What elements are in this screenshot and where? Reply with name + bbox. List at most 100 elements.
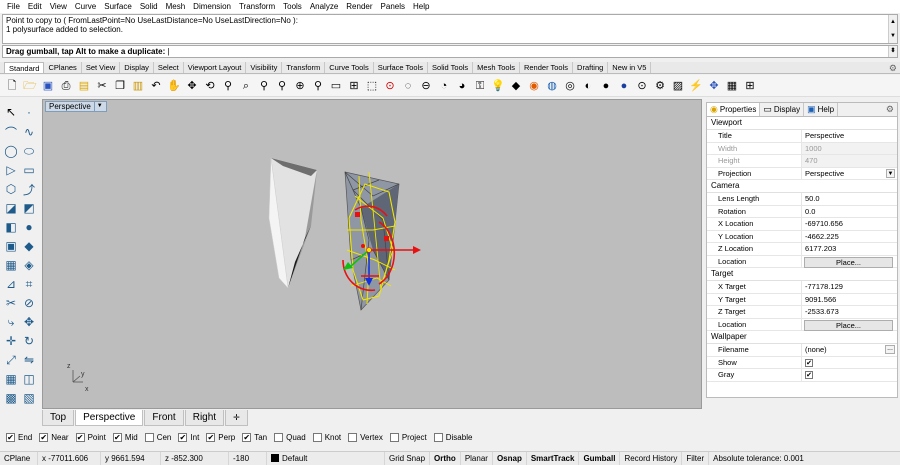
four-view-icon[interactable]: ⊞ <box>346 78 362 94</box>
preview-icon[interactable]: ◎ <box>562 78 578 94</box>
material-icon[interactable]: ◆ <box>508 78 524 94</box>
gear-icon[interactable]: ⚙ <box>652 78 668 94</box>
cplane-icon[interactable]: ⬚ <box>364 78 380 94</box>
paste-icon[interactable]: ▥ <box>130 78 146 94</box>
gumball-toggle[interactable]: Gumball <box>579 452 621 465</box>
extrude-icon[interactable]: ◆ <box>21 238 37 254</box>
checkbox[interactable] <box>312 432 322 442</box>
scale-tool-icon[interactable]: ⤢ <box>3 352 19 368</box>
menu-help[interactable]: Help <box>409 0 433 13</box>
osnap-mid[interactable]: ✔ Mid <box>112 432 138 442</box>
pan-view-icon[interactable]: ⚲ <box>310 78 326 94</box>
rotate-view-icon[interactable]: ⟲ <box>202 78 218 94</box>
gray-checkbox[interactable]: ✔ <box>805 371 813 379</box>
ortho-toggle[interactable]: Ortho <box>430 452 461 465</box>
select-arrow-icon[interactable]: ↖ <box>3 104 19 120</box>
command-history[interactable]: Point to copy to ( FromLastPoint=No UseL… <box>2 14 898 44</box>
details-tool-icon[interactable]: ▧ <box>21 390 37 406</box>
prop-value-input[interactable]: 6177.203 <box>801 243 897 255</box>
prop-value-input[interactable]: 0.0 <box>801 205 897 217</box>
prop-value-input[interactable]: Perspective <box>801 130 897 142</box>
show-checkbox[interactable]: ✔ <box>805 358 813 367</box>
chevron-down-icon[interactable]: ▼ <box>93 102 103 111</box>
options-icon[interactable]: ⊙ <box>634 78 650 94</box>
hide-icon[interactable]: ◔ <box>436 78 452 94</box>
show-icon[interactable]: ◕ <box>454 78 470 94</box>
circle-icon[interactable]: ◯ <box>3 143 19 159</box>
menu-edit[interactable]: Edit <box>24 0 46 13</box>
color-wheel-icon[interactable]: ◉ <box>526 78 542 94</box>
menu-curve[interactable]: Curve <box>71 0 100 13</box>
filename-field[interactable]: (none)... <box>801 344 897 356</box>
rotate-tool-icon[interactable]: ↻ <box>21 333 37 349</box>
sphere-solid-icon[interactable]: ● <box>21 219 37 235</box>
tab-curve-tools[interactable]: Curve Tools <box>325 62 374 73</box>
surface-icon[interactable]: ◪ <box>3 200 19 216</box>
tab-top[interactable]: Top <box>42 410 75 426</box>
osnap-near[interactable]: ✔ Near <box>39 432 69 442</box>
check-icon[interactable]: ✔ <box>75 432 85 442</box>
help-icon[interactable]: ▨ <box>670 78 686 94</box>
grid-icon[interactable]: ⊞ <box>742 78 758 94</box>
osnap-quad[interactable]: Quad <box>274 432 306 442</box>
polygon-icon[interactable]: ⬡ <box>3 181 19 197</box>
menu-analyze[interactable]: Analyze <box>306 0 342 13</box>
tab-display-panel[interactable]: ▭ Display <box>760 103 805 116</box>
gray-polysurface[interactable] <box>268 157 318 289</box>
move-view-icon[interactable]: ✥ <box>184 78 200 94</box>
status-layer[interactable]: Default <box>267 452 385 465</box>
tab-surface-tools[interactable]: Surface Tools <box>374 62 429 73</box>
command-line[interactable]: Drag gumball, tap Alt to make a duplicat… <box>2 45 898 58</box>
fillet-curve-icon[interactable]: ⤴ <box>21 181 37 197</box>
box-icon[interactable]: ◧ <box>3 219 19 235</box>
split-icon[interactable]: ⊘ <box>21 295 37 311</box>
osnap-disable[interactable]: Disable <box>433 432 472 442</box>
check-icon[interactable]: ✔ <box>39 432 49 442</box>
osnap-tan[interactable]: ✔ Tan <box>242 432 267 442</box>
polyline-icon[interactable]: ⌒ <box>3 124 19 140</box>
tab-right[interactable]: Right <box>184 410 225 426</box>
add-viewport-icon[interactable]: ✛ <box>225 410 248 426</box>
import-icon[interactable]: ▤ <box>76 78 92 94</box>
tab-perspective[interactable]: Perspective <box>75 410 144 426</box>
browse-button[interactable]: ... <box>885 345 895 354</box>
pan-icon[interactable]: ✋ <box>166 78 182 94</box>
menu-tools[interactable]: Tools <box>279 0 306 13</box>
tab-mesh-tools[interactable]: Mesh Tools <box>473 62 520 73</box>
prop-value-input[interactable]: -69710.656 <box>801 218 897 230</box>
command-scroll-icon[interactable]: ⬍ <box>888 46 897 57</box>
prop-value-input[interactable]: 50.0 <box>801 193 897 205</box>
tab-display[interactable]: Display <box>120 62 154 73</box>
cylinder-icon[interactable]: ▣ <box>3 238 19 254</box>
camera-place-button[interactable]: Place... <box>804 256 893 268</box>
check-icon[interactable]: ✔ <box>112 432 122 442</box>
tab-front[interactable]: Front <box>144 410 184 426</box>
render-sphere-icon[interactable]: ● <box>616 78 632 94</box>
check-icon[interactable]: ✔ <box>6 432 15 442</box>
status-cplane[interactable]: CPlane <box>0 452 38 465</box>
menu-view[interactable]: View <box>46 0 71 13</box>
arc-icon[interactable]: ▷ <box>3 162 19 178</box>
lock-icon[interactable]: ⚿ <box>472 78 488 94</box>
check-icon[interactable]: ✔ <box>178 432 188 442</box>
text-icon[interactable]: ⌗ <box>21 276 37 292</box>
tab-transform[interactable]: Transform <box>282 62 326 73</box>
save-icon[interactable]: ▣ <box>40 78 56 94</box>
tab-properties[interactable]: ◉ Properties <box>707 103 761 116</box>
mirror-tool-icon[interactable]: ⇋ <box>21 352 37 368</box>
lightning-icon[interactable]: ⚡ <box>688 78 704 94</box>
tab-select[interactable]: Select <box>154 62 184 73</box>
dimension-icon[interactable]: ⊿ <box>3 276 19 292</box>
menu-render[interactable]: Render <box>342 0 376 13</box>
osnap-vertex[interactable]: Vertex <box>348 432 383 442</box>
tab-viewport-layout[interactable]: Viewport Layout <box>184 62 247 73</box>
checkbox[interactable] <box>144 432 154 442</box>
osnap-point[interactable]: ✔ Point <box>75 432 106 442</box>
select-icon[interactable]: ⊖ <box>418 78 434 94</box>
array-tool-icon[interactable]: ▦ <box>3 371 19 387</box>
check-icon[interactable]: ✔ <box>206 432 216 442</box>
checkbox[interactable] <box>389 432 399 442</box>
osnap-project[interactable]: Project <box>389 432 427 442</box>
zoom-window-icon[interactable]: ⌕ <box>238 78 254 94</box>
projection-select[interactable]: Perspective ▼ <box>801 167 897 179</box>
